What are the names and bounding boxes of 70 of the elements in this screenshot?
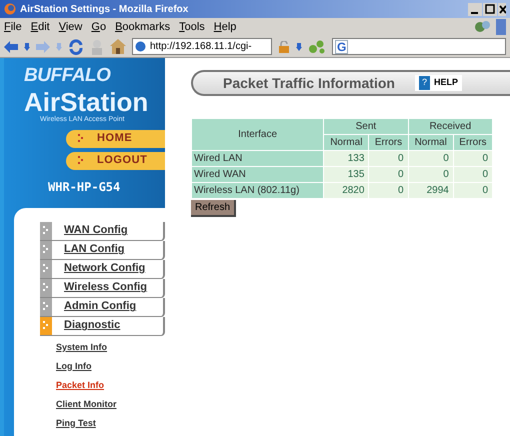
nav-button[interactable]: HOME (66, 130, 165, 148)
table-header: Normal (408, 135, 453, 150)
submenu-link[interactable]: Ping Test (56, 416, 96, 430)
close-icon[interactable] (498, 2, 506, 16)
table-header: Errors (369, 135, 408, 150)
maximize-icon[interactable] (483, 2, 497, 16)
table-cell: 135 (324, 167, 368, 182)
minimize-icon[interactable] (468, 2, 482, 16)
table-cell: 0 (454, 151, 492, 166)
table-cell: 0 (408, 151, 453, 166)
table-cell: Wireless LAN (802.11g) (192, 183, 324, 198)
table-cell: 0 (369, 183, 408, 198)
table-cell: 0 (369, 167, 408, 182)
chevron-icon (42, 264, 50, 273)
table-header: Interface (192, 119, 324, 150)
nav-item[interactable]: Network Config (40, 260, 165, 278)
table-cell: 0 (454, 167, 492, 182)
table-header: Normal (324, 135, 368, 150)
dropdown-icon[interactable] (296, 42, 302, 50)
nav-item[interactable]: Wireless Config (40, 278, 165, 298)
table-cell: Wired WAN (192, 167, 324, 182)
product-name: AirStation (24, 89, 150, 115)
chevron-icon (78, 156, 85, 165)
home-icon[interactable] (110, 39, 126, 54)
globe-icon (4, 3, 16, 15)
chevron-icon (78, 134, 85, 143)
nav-item[interactable]: LAN Config (40, 240, 165, 260)
chevron-icon (42, 321, 50, 330)
menu-item[interactable]: View (58, 18, 82, 36)
nav-item[interactable]: Diagnostic (40, 316, 165, 336)
chevron-icon (42, 302, 50, 311)
refresh-button[interactable]: Refresh (191, 200, 236, 217)
table-cell: 133 (324, 151, 368, 166)
menu-item[interactable]: Help (214, 18, 236, 36)
menu-item[interactable]: Edit (30, 18, 50, 36)
menu-item[interactable]: Go (91, 18, 106, 36)
search-field[interactable]: G (332, 38, 506, 55)
address-field[interactable]: http://192.168.11.1/cgi- (132, 38, 272, 55)
brand-logo: BUFFALO (24, 66, 112, 85)
table-header: Received (408, 119, 492, 134)
padlock-icon (278, 40, 290, 52)
chevron-icon (42, 226, 50, 235)
chevron-icon (42, 283, 50, 292)
submenu-link[interactable]: System Info (56, 340, 108, 354)
menu-item[interactable]: File (4, 18, 22, 36)
menu-item[interactable]: Bookmarks (115, 18, 170, 36)
menu-item[interactable]: Tools (179, 18, 205, 36)
table-cell: 0 (454, 183, 492, 198)
nav-item[interactable]: Admin Config (40, 298, 165, 316)
chevron-icon (42, 245, 50, 254)
submenu-link[interactable]: Packet Info (56, 378, 104, 392)
table-cell: 0 (408, 167, 453, 182)
nav-item[interactable]: WAN Config (40, 222, 165, 240)
table-cell: Wired LAN (192, 151, 324, 166)
dropdown-icon[interactable] (24, 42, 30, 50)
reload-icon[interactable] (68, 38, 84, 54)
table-cell: 2820 (324, 183, 368, 198)
submenu-link[interactable]: Log Info (56, 358, 92, 374)
globe-icon (135, 41, 146, 52)
table-header: Sent (324, 119, 408, 134)
submenu-link[interactable]: Client Monitor (56, 396, 116, 412)
table-cell: 0 (369, 151, 408, 166)
nav-button[interactable]: LOGOUT (66, 152, 165, 170)
back-icon[interactable] (4, 40, 18, 52)
table-header: Errors (454, 135, 492, 150)
table-cell: 2994 (408, 183, 453, 198)
model-name: WHR-HP-G54 (48, 178, 122, 196)
help-button[interactable]: ? HELP (414, 75, 462, 91)
window-title: AirStation Settings - Mozilla Firefox (20, 2, 188, 16)
page-title: Packet Traffic Information (223, 74, 395, 92)
